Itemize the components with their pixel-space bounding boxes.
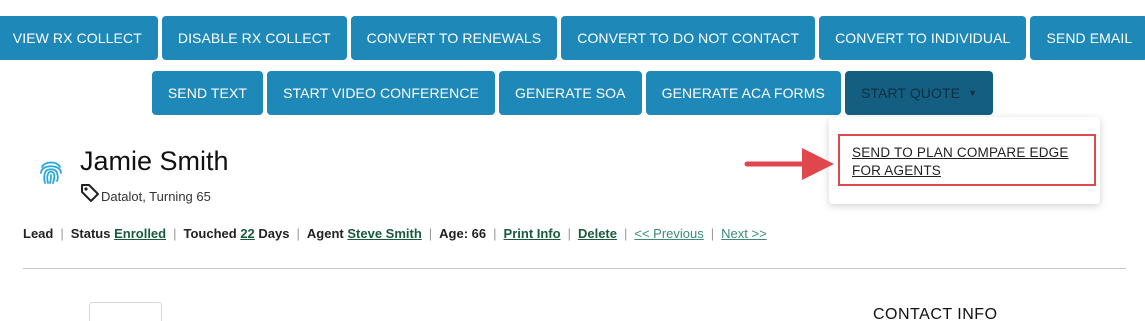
age-label: Age: 66 (439, 226, 487, 241)
start-quote-label: START QUOTE (860, 85, 961, 101)
contact-name: Jamie Smith (80, 146, 229, 176)
start-video-conference-button[interactable]: START VIDEO CONFERENCE (267, 71, 495, 115)
separator: | (624, 226, 628, 241)
print-info-link[interactable]: Print Info (504, 226, 561, 241)
agent-label: Agent (306, 226, 344, 241)
action-toolbar-row-1: VIEW RX COLLECT DISABLE RX COLLECT CONVE… (0, 16, 1145, 60)
separator: | (710, 226, 715, 241)
view-rx-collect-button[interactable]: VIEW RX COLLECT (0, 16, 158, 60)
tab-active[interactable] (89, 302, 162, 321)
separator: | (296, 226, 300, 241)
contact-info-line: Lead | Status Enrolled | Touched 22 Days… (23, 226, 767, 241)
generate-soa-button[interactable]: GENERATE SOA (498, 71, 642, 115)
send-text-button[interactable]: SEND TEXT (151, 71, 264, 115)
convert-to-individual-button[interactable]: CONVERT TO INDIVIDUAL (819, 16, 1027, 60)
section-divider (23, 268, 1126, 269)
next-link[interactable]: Next >> (721, 226, 767, 241)
status-link[interactable]: Enrolled (114, 226, 166, 241)
convert-to-renewals-button[interactable]: CONVERT TO RENEWALS (350, 16, 558, 60)
detail-tabs (0, 302, 860, 321)
separator: | (173, 226, 177, 241)
separator: | (493, 226, 497, 241)
contact-tags: Datalot, Turning 65 (101, 189, 211, 204)
lead-label: Lead (23, 226, 54, 241)
days-label: Days (258, 226, 290, 241)
start-quote-dropdown-button[interactable]: START QUOTE ▼ (844, 71, 994, 115)
caret-down-icon: ▼ (968, 88, 978, 98)
delete-link[interactable]: Delete (578, 226, 617, 241)
send-to-plan-compare-edge-item[interactable]: SEND TO PLAN COMPARE EDGE FOR AGENTS (838, 134, 1096, 186)
annotation-arrow-icon (744, 148, 834, 180)
separator: | (60, 226, 64, 241)
action-toolbar-row-2: SEND TEXT START VIDEO CONFERENCE GENERAT… (0, 71, 1145, 115)
agent-link[interactable]: Steve Smith (347, 226, 421, 241)
generate-aca-forms-button[interactable]: GENERATE ACA FORMS (645, 71, 841, 115)
status-label: Status (70, 226, 111, 241)
tag-icon (81, 184, 99, 202)
fingerprint-icon (40, 161, 62, 184)
separator: | (428, 226, 433, 241)
touched-label: Touched (183, 226, 237, 241)
start-quote-dropdown-menu: SEND TO PLAN COMPARE EDGE FOR AGENTS (829, 117, 1100, 204)
send-email-button[interactable]: SEND EMAIL (1030, 16, 1145, 60)
touched-days-link[interactable]: 22 (240, 226, 254, 241)
disable-rx-collect-button[interactable]: DISABLE RX COLLECT (161, 16, 347, 60)
previous-link[interactable]: << Previous (634, 226, 703, 241)
convert-to-do-not-contact-button[interactable]: CONVERT TO DO NOT CONTACT (561, 16, 816, 60)
separator: | (567, 226, 571, 241)
contact-info-heading: CONTACT INFO (873, 306, 998, 321)
